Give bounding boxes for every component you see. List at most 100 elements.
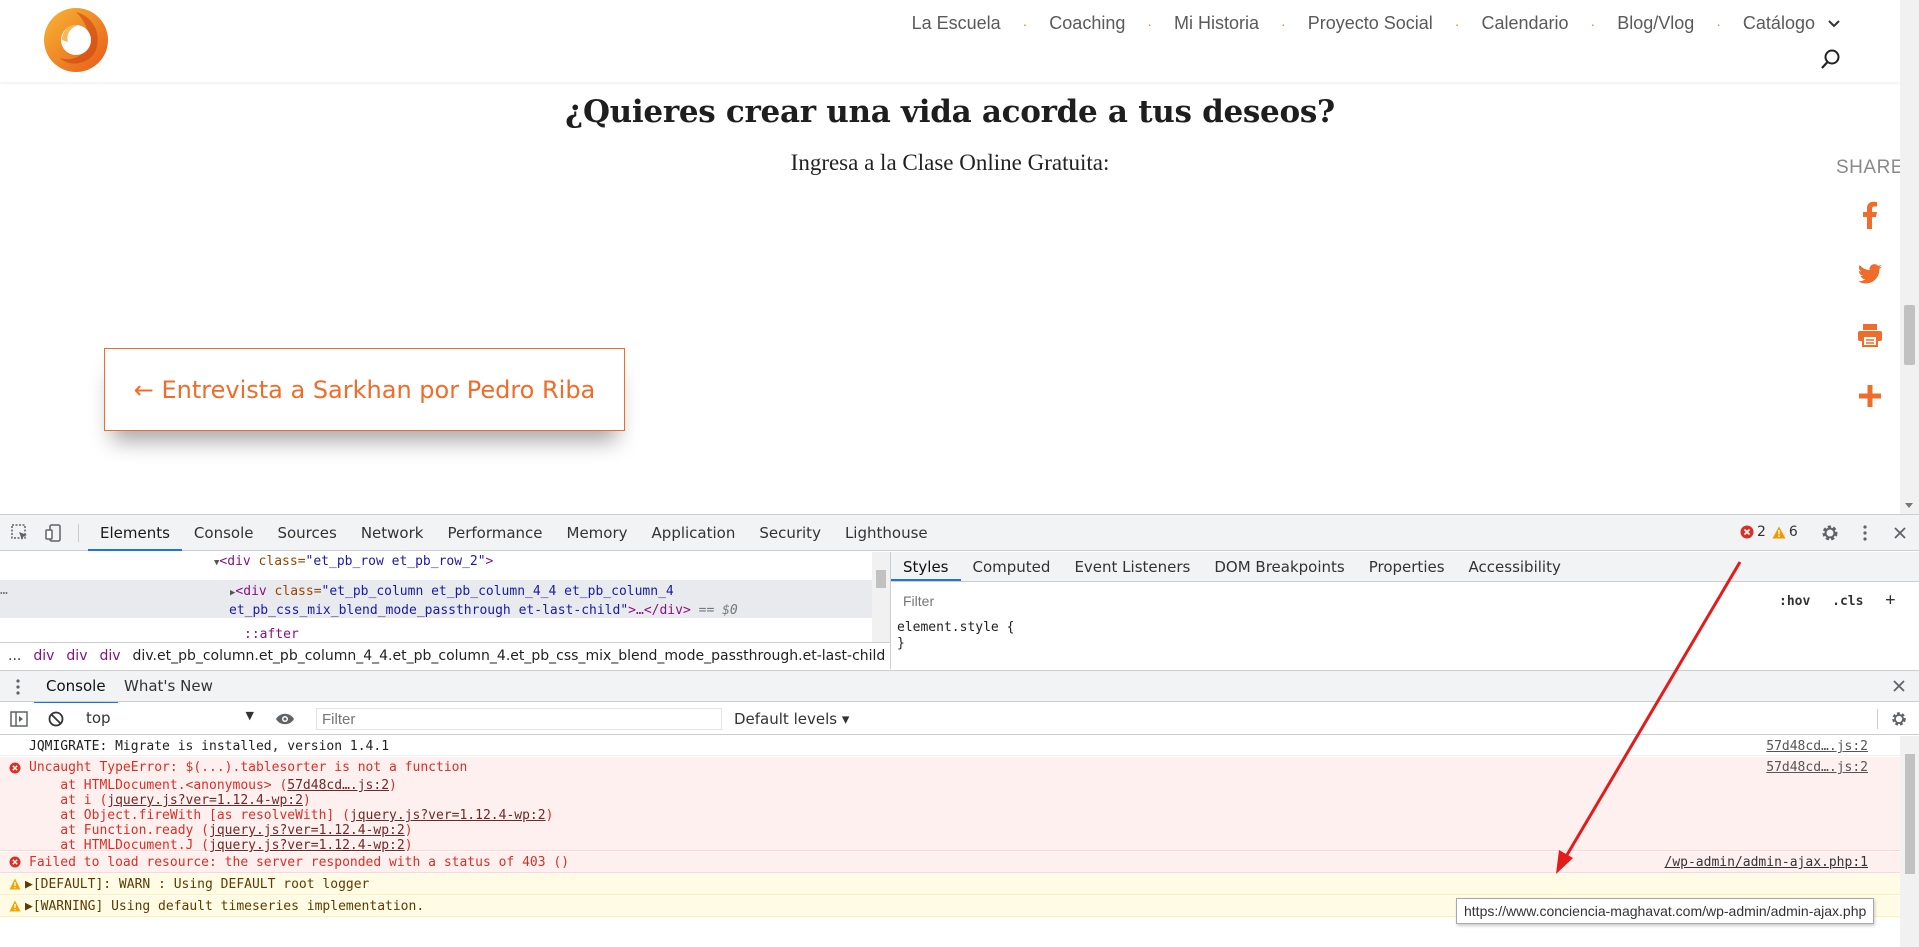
warning-message: ▶[DEFAULT]: WARN : Using DEFAULT root lo… xyxy=(25,877,370,892)
inspect-element-icon[interactable] xyxy=(10,523,30,543)
tab-event-listeners[interactable]: Event Listeners xyxy=(1062,552,1202,581)
dom-node-selected-cont[interactable]: et_pb_css_mix_blend_mode_passthrough et-… xyxy=(229,603,738,618)
context-select[interactable]: top ▼ xyxy=(86,709,254,729)
drawer-tab-console[interactable]: Console xyxy=(34,671,118,704)
stack-link[interactable]: jquery.js?ver=1.12.4-wp:2 xyxy=(107,793,303,808)
nav-separator: · xyxy=(1147,15,1153,32)
tab-console[interactable]: Console xyxy=(182,515,266,551)
tab-lighthouse[interactable]: Lighthouse xyxy=(833,515,940,551)
breadcrumb-div[interactable]: div xyxy=(99,648,120,664)
elements-tree: ▼<div class="et_pb_row et_pb_row_2"> … ▶… xyxy=(0,552,890,642)
tab-application[interactable]: Application xyxy=(640,515,748,551)
more-share-button[interactable] xyxy=(1857,381,1883,411)
nav-separator: · xyxy=(1454,15,1460,32)
clear-console-icon[interactable] xyxy=(48,711,64,727)
styles-pane: Styles Computed Event Listeners DOM Brea… xyxy=(890,552,1919,669)
nav-separator: · xyxy=(1590,15,1596,32)
styles-filter-input[interactable] xyxy=(899,590,1759,612)
breadcrumb-more[interactable]: ... xyxy=(8,648,21,664)
console-scrollbar-thumb[interactable] xyxy=(1905,754,1915,874)
previous-post-link[interactable]: ← Entrevista a Sarkhan por Pedro Riba xyxy=(104,348,625,431)
sidebar-toggle-icon[interactable] xyxy=(10,711,28,727)
error-count: 2 xyxy=(1757,524,1766,540)
console-log-row[interactable]: JQMIGRATE: Migrate is installed, version… xyxy=(0,736,1900,756)
stack-frame: at Function.ready (jquery.js?ver=1.12.4-… xyxy=(29,823,413,838)
devtools-toolbar: Elements Console Sources Network Perform… xyxy=(0,515,1919,551)
tab-computed[interactable]: Computed xyxy=(961,552,1063,581)
console-filter-input[interactable] xyxy=(316,708,722,730)
log-source-link[interactable]: /wp-admin/admin-ajax.php:1 xyxy=(1665,855,1869,870)
nav-la-escuela[interactable]: La Escuela xyxy=(912,13,1001,34)
stack-link[interactable]: jquery.js?ver=1.12.4-wp:2 xyxy=(209,838,405,853)
console-error-row[interactable]: Uncaught TypeError: $(...).tablesorter i… xyxy=(0,757,1900,853)
share-label: SHARE xyxy=(1836,157,1904,178)
eye-icon[interactable] xyxy=(275,712,295,726)
nav-calendario[interactable]: Calendario xyxy=(1481,13,1568,34)
settings-gear-icon[interactable] xyxy=(1820,523,1840,543)
tab-security[interactable]: Security xyxy=(747,515,833,551)
stack-frame: at Object.fireWith [as resolveWith] (jqu… xyxy=(29,808,554,823)
dom-node-selected[interactable]: ▶<div class="et_pb_column et_pb_column_4… xyxy=(230,584,674,599)
drawer-tab-whats-new[interactable]: What's New xyxy=(124,671,213,702)
error-message: Uncaught TypeError: $(...).tablesorter i… xyxy=(29,760,468,775)
elements-scrollbar-thumb[interactable] xyxy=(876,570,886,588)
drawer-menu-icon[interactable] xyxy=(15,679,21,695)
tab-dom-breakpoints[interactable]: DOM Breakpoints xyxy=(1202,552,1356,581)
twitter-share-button[interactable] xyxy=(1857,260,1883,290)
styles-tools: :hov .cls + xyxy=(1779,590,1896,610)
element-style-selector[interactable]: element.style { xyxy=(897,620,1014,636)
breadcrumb-current[interactable]: div.et_pb_column.et_pb_column_4_4.et_pb_… xyxy=(133,648,886,664)
console-warning-row[interactable]: ▶[DEFAULT]: WARN : Using DEFAULT root lo… xyxy=(0,874,1900,895)
breadcrumb-div[interactable]: div xyxy=(33,648,54,664)
nav-catalogo[interactable]: Catálogo xyxy=(1743,13,1840,34)
hero-subtitle: Ingresa a la Clase Online Gratuita: xyxy=(790,150,1110,175)
nav-blog-vlog[interactable]: Blog/Vlog xyxy=(1617,13,1694,34)
warning-icon xyxy=(9,900,21,912)
tab-elements[interactable]: Elements xyxy=(88,515,182,551)
device-toolbar-icon[interactable] xyxy=(44,523,64,543)
tab-memory[interactable]: Memory xyxy=(555,515,640,551)
page-scrollbar[interactable] xyxy=(1900,0,1919,514)
print-icon xyxy=(1858,324,1882,347)
tab-sources[interactable]: Sources xyxy=(265,515,348,551)
more-options-icon[interactable] xyxy=(1855,523,1875,543)
print-share-button[interactable] xyxy=(1857,320,1883,350)
page-scrollbar-thumb[interactable] xyxy=(1904,305,1915,365)
tab-network[interactable]: Network xyxy=(349,515,436,551)
stack-link[interactable]: 57d48cd….js:2 xyxy=(287,778,389,793)
nav-proyecto-social[interactable]: Proyecto Social xyxy=(1308,13,1433,34)
nav-coaching[interactable]: Coaching xyxy=(1049,13,1125,34)
row-dots[interactable]: … xyxy=(0,583,8,598)
log-source-link[interactable]: 57d48cd….js:2 xyxy=(1766,739,1868,754)
breadcrumb-div[interactable]: div xyxy=(66,648,87,664)
log-source-link[interactable]: 57d48cd….js:2 xyxy=(1766,760,1868,775)
elements-scrollbar[interactable] xyxy=(872,552,890,642)
site-logo[interactable] xyxy=(42,6,110,74)
stack-frame: at i (jquery.js?ver=1.12.4-wp:2) xyxy=(29,793,311,808)
console-settings-icon[interactable] xyxy=(1890,710,1908,728)
search-icon[interactable] xyxy=(1820,48,1842,70)
scroll-down-arrow-icon[interactable] xyxy=(1905,503,1913,508)
facebook-share-button[interactable] xyxy=(1857,200,1883,230)
tab-performance[interactable]: Performance xyxy=(435,515,554,551)
drawer-close-icon[interactable] xyxy=(1892,679,1906,693)
new-rule-button[interactable]: + xyxy=(1885,590,1895,610)
log-levels-dropdown[interactable]: Default levels ▾ xyxy=(734,710,849,728)
console-scrollbar[interactable] xyxy=(1900,736,1919,947)
stack-link[interactable]: jquery.js?ver=1.12.4-wp:2 xyxy=(209,823,405,838)
tab-styles[interactable]: Styles xyxy=(891,552,961,581)
hover-state-toggle[interactable]: :hov xyxy=(1779,594,1810,609)
pseudo-after[interactable]: ::after xyxy=(244,627,299,642)
nav-separator: · xyxy=(1022,15,1028,32)
class-toggle[interactable]: .cls xyxy=(1832,594,1863,609)
issue-counts[interactable]: 2 6 xyxy=(1740,524,1798,540)
nav-mi-historia[interactable]: Mi Historia xyxy=(1174,13,1259,34)
console-error-row[interactable]: Failed to load resource: the server resp… xyxy=(0,852,1900,873)
tab-properties[interactable]: Properties xyxy=(1357,552,1457,581)
close-icon[interactable] xyxy=(1890,523,1910,543)
dom-node-row[interactable]: ▼<div class="et_pb_row et_pb_row_2"> xyxy=(214,554,493,569)
tab-accessibility[interactable]: Accessibility xyxy=(1457,552,1573,581)
stack-frame: at HTMLDocument.<anonymous> (57d48cd….js… xyxy=(29,778,397,793)
stack-link[interactable]: jquery.js?ver=1.12.4-wp:2 xyxy=(350,808,546,823)
log-text: JQMIGRATE: Migrate is installed, version… xyxy=(29,739,390,754)
